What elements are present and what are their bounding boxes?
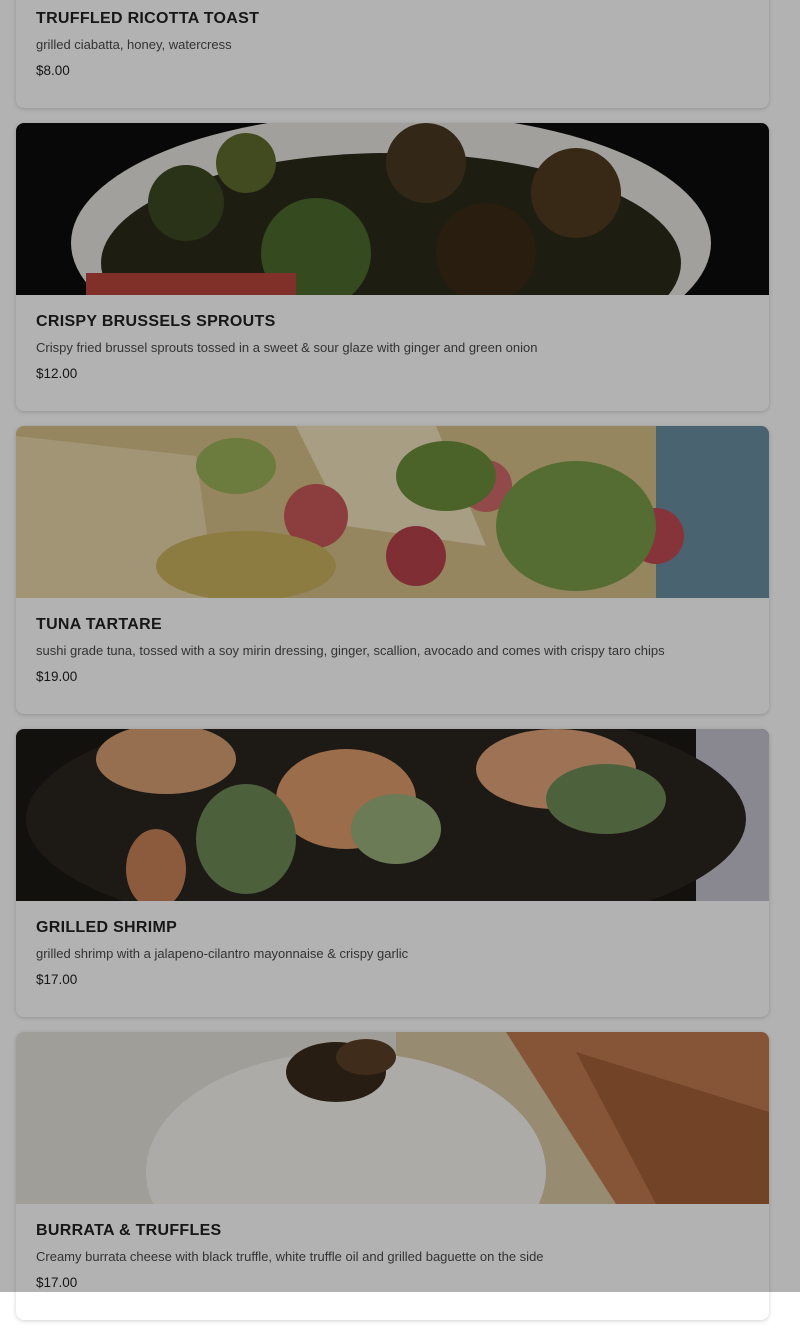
modal-backdrop-overlay[interactable] bbox=[0, 0, 800, 1292]
